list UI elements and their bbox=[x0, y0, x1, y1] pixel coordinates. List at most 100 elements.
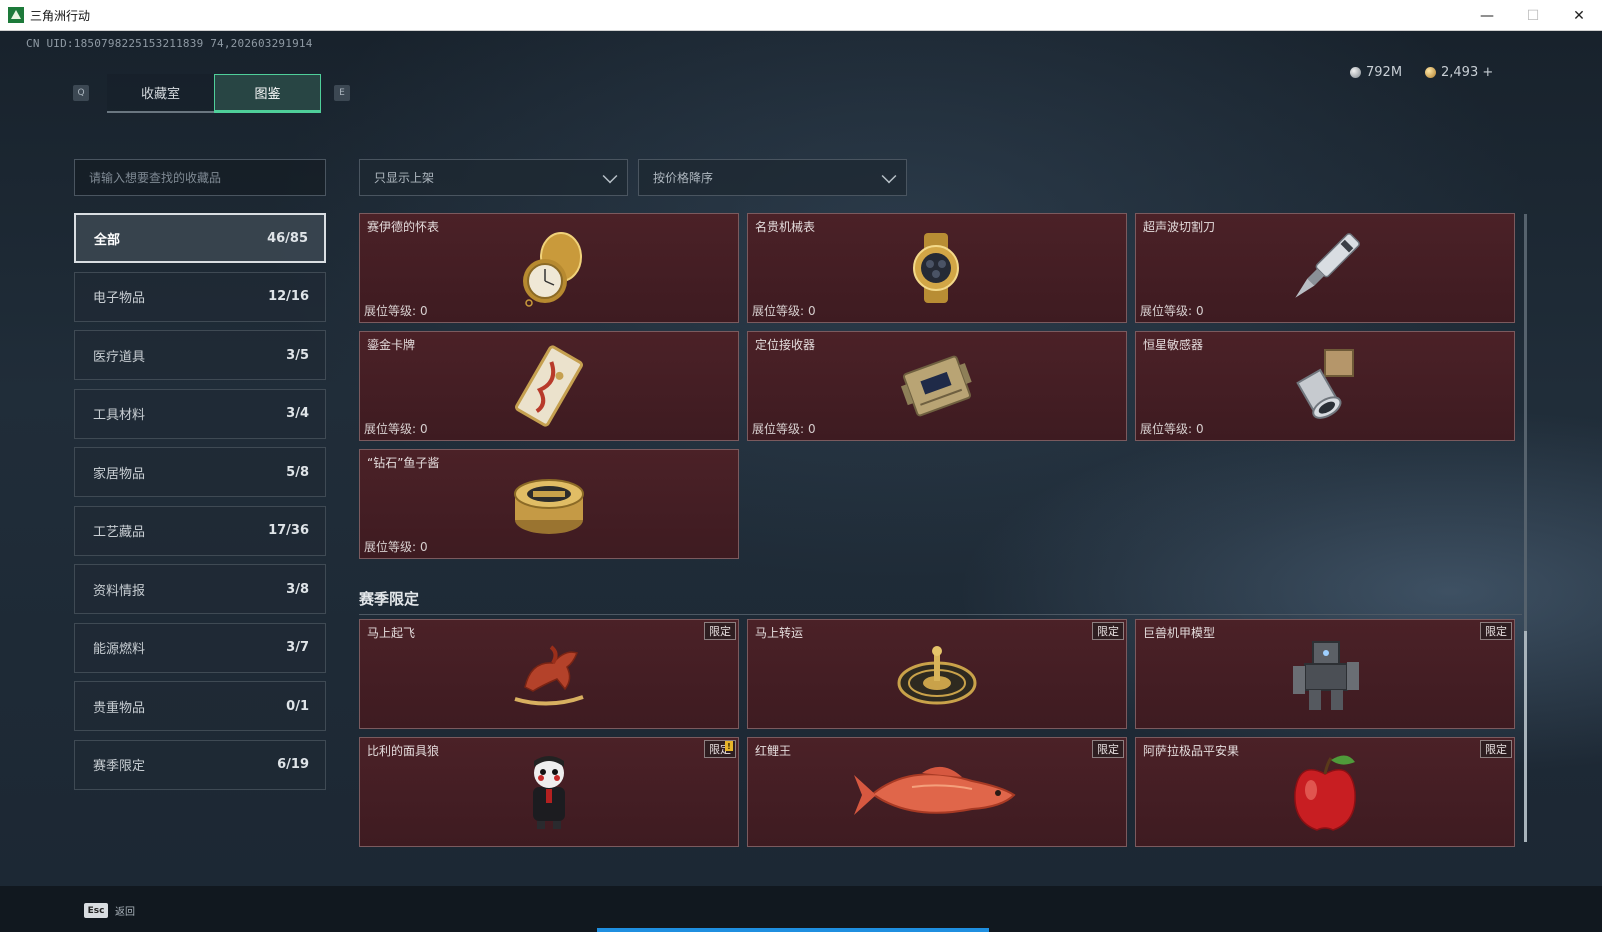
item-name: 鎏金卡牌 bbox=[367, 338, 416, 352]
category-all[interactable]: 全部 46/85 bbox=[74, 213, 326, 263]
category-electronics[interactable]: 电子物品 12/16 bbox=[74, 271, 326, 322]
item-name: 马上起飞 bbox=[367, 626, 416, 640]
minimize-button[interactable]: — bbox=[1464, 0, 1510, 31]
category-season-limited[interactable]: 赛季限定 6/19 bbox=[74, 739, 326, 790]
item-name: 定位接收器 bbox=[755, 338, 816, 352]
tab-catalog[interactable]: 图鉴 bbox=[214, 74, 321, 113]
gold-amount: 2,493 + bbox=[1441, 65, 1494, 80]
item-card-lucky-spin[interactable]: 马上转运 限定 bbox=[747, 619, 1127, 729]
limited-badge: 限定 bbox=[1480, 740, 1512, 758]
item-level: 展位等级: 0 bbox=[364, 538, 428, 555]
item-name: 超声波切割刀 bbox=[1143, 220, 1216, 234]
item-level: 展位等级: 0 bbox=[1140, 420, 1204, 437]
shelf-filter-dropdown[interactable]: 只显示上架 bbox=[359, 159, 628, 196]
item-card-mecha-model[interactable]: 巨兽机甲模型 限定 bbox=[1135, 619, 1515, 729]
currency-silver: 792M bbox=[1350, 65, 1402, 80]
limited-badge: 限定 bbox=[704, 622, 736, 640]
chevron-down-icon bbox=[602, 168, 618, 184]
tab-prev-key-hint: Q bbox=[73, 85, 89, 101]
category-crafts[interactable]: 工艺藏品 17/36 bbox=[74, 505, 326, 556]
category-intel[interactable]: 资料情报 3/8 bbox=[74, 564, 326, 614]
app-logo-icon bbox=[8, 7, 24, 23]
item-card-red-carp-king[interactable]: 红鲤王 限定 bbox=[747, 737, 1127, 847]
shelf-filter-value: 只显示上架 bbox=[374, 171, 435, 185]
caviar-tin-icon bbox=[514, 479, 584, 534]
item-name: 恒星敏感器 bbox=[1143, 338, 1204, 352]
silver-amount: 792M bbox=[1366, 65, 1403, 80]
search-input[interactable]: 请输入想要查找的收藏品 bbox=[74, 159, 326, 196]
category-count: 3/8 bbox=[286, 581, 309, 597]
item-card-gps-receiver[interactable]: 定位接收器 展位等级: 0 bbox=[747, 331, 1127, 441]
item-name: 巨兽机甲模型 bbox=[1143, 626, 1216, 640]
item-card-star-sensor[interactable]: 恒星敏感器 展位等级: 0 bbox=[1135, 331, 1515, 441]
season-section-title: 赛季限定 bbox=[359, 590, 420, 608]
level-value: 0 bbox=[808, 422, 816, 436]
maximize-button[interactable]: ☐ bbox=[1510, 0, 1556, 31]
esc-key-icon[interactable]: Esc bbox=[84, 903, 108, 918]
warning-icon: ! bbox=[725, 741, 733, 751]
category-tools[interactable]: 工具材料 3/4 bbox=[74, 388, 326, 439]
level-label: 展位等级: bbox=[364, 540, 417, 554]
silver-coin-icon bbox=[1350, 67, 1361, 78]
level-value: 0 bbox=[1196, 304, 1204, 318]
item-card-peace-apple[interactable]: 阿萨拉极品平安果 限定 bbox=[1135, 737, 1515, 847]
level-value: 0 bbox=[1196, 422, 1204, 436]
window-title: 三角洲行动 bbox=[30, 8, 91, 23]
item-name: 马上转运 bbox=[755, 626, 804, 640]
level-value: 0 bbox=[420, 304, 428, 318]
category-list: 全部 46/85 电子物品 12/16 医疗道具 3/5 工具材料 3/4 家居物品 5/… bbox=[74, 213, 326, 798]
scrollbar-thumb[interactable] bbox=[1524, 631, 1527, 842]
category-label: 全部 bbox=[94, 232, 121, 248]
item-card-horse-takeoff[interactable]: 马上起飞 限定 bbox=[359, 619, 739, 729]
wristwatch-icon bbox=[913, 233, 959, 303]
category-label: 工具材料 bbox=[93, 408, 146, 423]
red-apple-icon bbox=[1294, 755, 1356, 831]
ultrasonic-knife-icon bbox=[1295, 233, 1360, 298]
fortune-wheel-icon bbox=[897, 646, 977, 705]
close-button[interactable]: ✕ bbox=[1556, 0, 1602, 31]
item-card-ultrasonic-cutter[interactable]: 超声波切割刀 展位等级: 0 bbox=[1135, 213, 1515, 323]
section-divider bbox=[359, 614, 1522, 615]
item-card-billy-puppet[interactable]: 比利的面具狼 限定! bbox=[359, 737, 739, 847]
gilded-card-icon bbox=[515, 345, 583, 427]
gold-coin-icon bbox=[1425, 67, 1436, 78]
limited-badge: 限定 bbox=[1092, 740, 1124, 758]
item-name: 阿萨拉极品平安果 bbox=[1143, 744, 1240, 758]
item-card-gilded-card[interactable]: 鎏金卡牌 展位等级: 0 bbox=[359, 331, 739, 441]
item-card-luxury-watch[interactable]: 名贵机械表 展位等级: 0 bbox=[747, 213, 1127, 323]
category-label: 家居物品 bbox=[93, 466, 146, 482]
back-button-label[interactable]: 返回 bbox=[115, 903, 135, 918]
item-level: 展位等级: 0 bbox=[752, 302, 816, 319]
level-value: 0 bbox=[420, 422, 428, 436]
category-household[interactable]: 家居物品 5/8 bbox=[74, 447, 326, 497]
tab-collection-room[interactable]: 收藏室 bbox=[107, 74, 214, 113]
category-count: 0/1 bbox=[286, 698, 309, 714]
item-level: 展位等级: 0 bbox=[364, 420, 428, 437]
item-name: 赛伊德的怀表 bbox=[367, 220, 440, 234]
player-uid: CN UID:1850798225153211839 74,2026032919… bbox=[26, 37, 313, 50]
level-label: 展位等级: bbox=[752, 422, 805, 436]
tab-next-key-hint: E bbox=[334, 85, 350, 101]
category-energy[interactable]: 能源燃料 3/7 bbox=[74, 622, 326, 673]
item-name: 比利的面具狼 bbox=[367, 744, 440, 758]
item-card-diamond-caviar[interactable]: “钻石”鱼子酱 展位等级: 0 bbox=[359, 449, 739, 559]
level-label: 展位等级: bbox=[752, 304, 805, 318]
pocket-watch-icon bbox=[523, 232, 582, 307]
category-label: 工艺藏品 bbox=[93, 525, 146, 540]
item-name: 红鲤王 bbox=[755, 744, 792, 758]
loading-progress-bar bbox=[597, 928, 989, 932]
category-valuables[interactable]: 贵重物品 0/1 bbox=[74, 681, 326, 731]
item-name: “钻石”鱼子酱 bbox=[367, 456, 440, 470]
currency-gold[interactable]: 2,493 + bbox=[1425, 65, 1493, 80]
level-label: 展位等级: bbox=[1140, 422, 1193, 436]
category-label: 贵重物品 bbox=[93, 700, 146, 716]
sort-dropdown[interactable]: 按价格降序 bbox=[638, 159, 907, 196]
item-card-pocket-watch[interactable]: 赛伊德的怀表 展位等级: 0 bbox=[359, 213, 739, 323]
window-controls: — ☐ ✕ bbox=[1464, 0, 1602, 31]
galloping-horse-icon bbox=[514, 645, 584, 706]
limited-badge: 限定! bbox=[704, 740, 736, 758]
gps-receiver-icon bbox=[900, 355, 972, 417]
level-value: 0 bbox=[808, 304, 816, 318]
category-count: 12/16 bbox=[268, 289, 309, 304]
category-medical[interactable]: 医疗道具 3/5 bbox=[74, 330, 326, 380]
